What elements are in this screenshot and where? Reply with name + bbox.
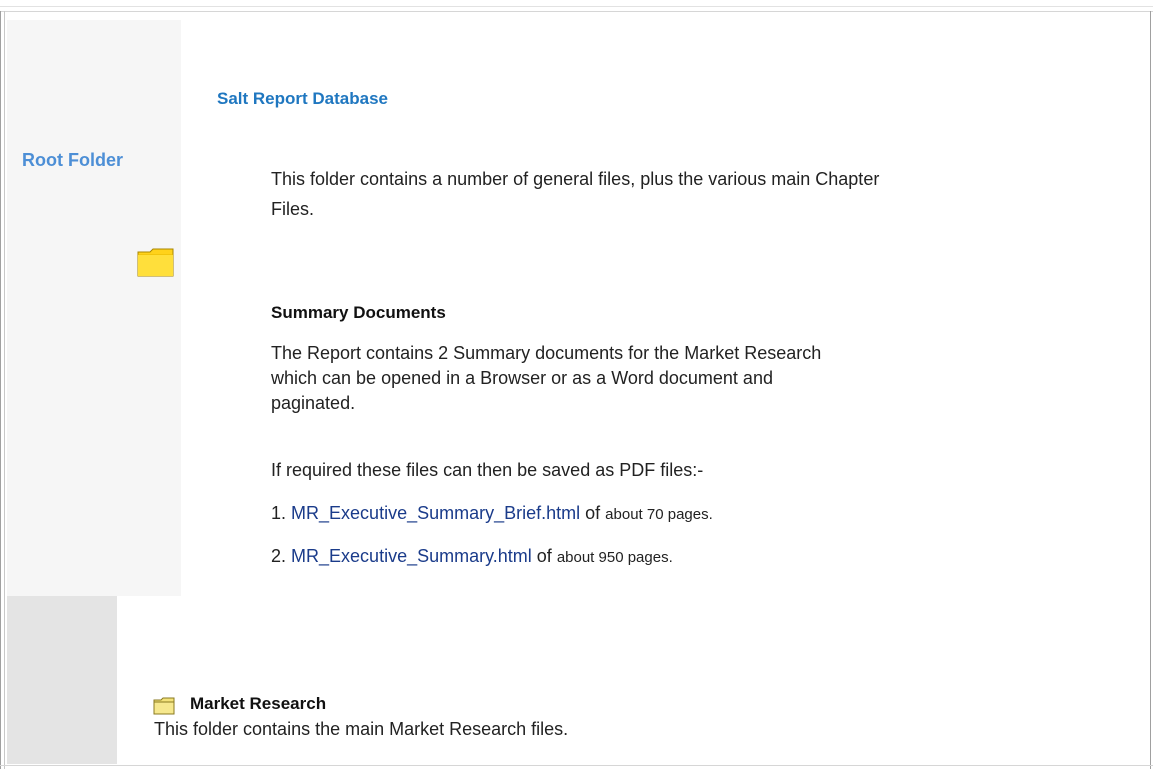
document-frame: Salt Report Database Root Folder This fo… xyxy=(0,0,1153,769)
left-border-inner xyxy=(4,11,5,769)
root-folder-icon xyxy=(137,248,174,277)
right-border xyxy=(1150,11,1151,769)
executive-summary-link[interactable]: MR_Executive_Summary.html xyxy=(291,546,532,566)
list-item-number: 1. xyxy=(271,503,287,523)
folder-icon[interactable] xyxy=(153,697,175,715)
market-research-folder-icon xyxy=(153,697,175,715)
list-item-of: of xyxy=(585,503,601,523)
list-item-pages: about 70 pages. xyxy=(605,506,713,523)
market-research-heading[interactable]: Market Research xyxy=(190,694,326,714)
list-item: 2. MR_Executive_Summary.html of about 95… xyxy=(271,546,673,567)
left-border xyxy=(0,11,1,769)
summary-description: The Report contains 2 Summary documents … xyxy=(271,343,822,413)
executive-summary-brief-link[interactable]: MR_Executive_Summary_Brief.html xyxy=(291,503,580,523)
sidebar-panel xyxy=(7,20,181,596)
page-title: Salt Report Database xyxy=(217,89,388,108)
summary-heading: Summary Documents xyxy=(271,303,446,322)
root-folder-description: This folder contains a number of general… xyxy=(271,169,880,219)
list-item-of: of xyxy=(536,546,552,566)
summary-pdf-note: If required these files can then be save… xyxy=(271,460,704,480)
top-divider-2 xyxy=(0,11,1153,12)
folder-icon[interactable] xyxy=(136,246,176,278)
list-item-pages: about 950 pages. xyxy=(556,549,673,566)
sidebar-panel-lower xyxy=(7,596,117,764)
bottom-divider xyxy=(0,765,1153,766)
root-folder-label[interactable]: Root Folder xyxy=(22,150,123,171)
list-item: 1. MR_Executive_Summary_Brief.html of ab… xyxy=(271,503,713,524)
top-divider xyxy=(0,6,1153,7)
market-research-description: This folder contains the main Market Res… xyxy=(154,719,569,739)
list-item-number: 2. xyxy=(271,546,287,566)
